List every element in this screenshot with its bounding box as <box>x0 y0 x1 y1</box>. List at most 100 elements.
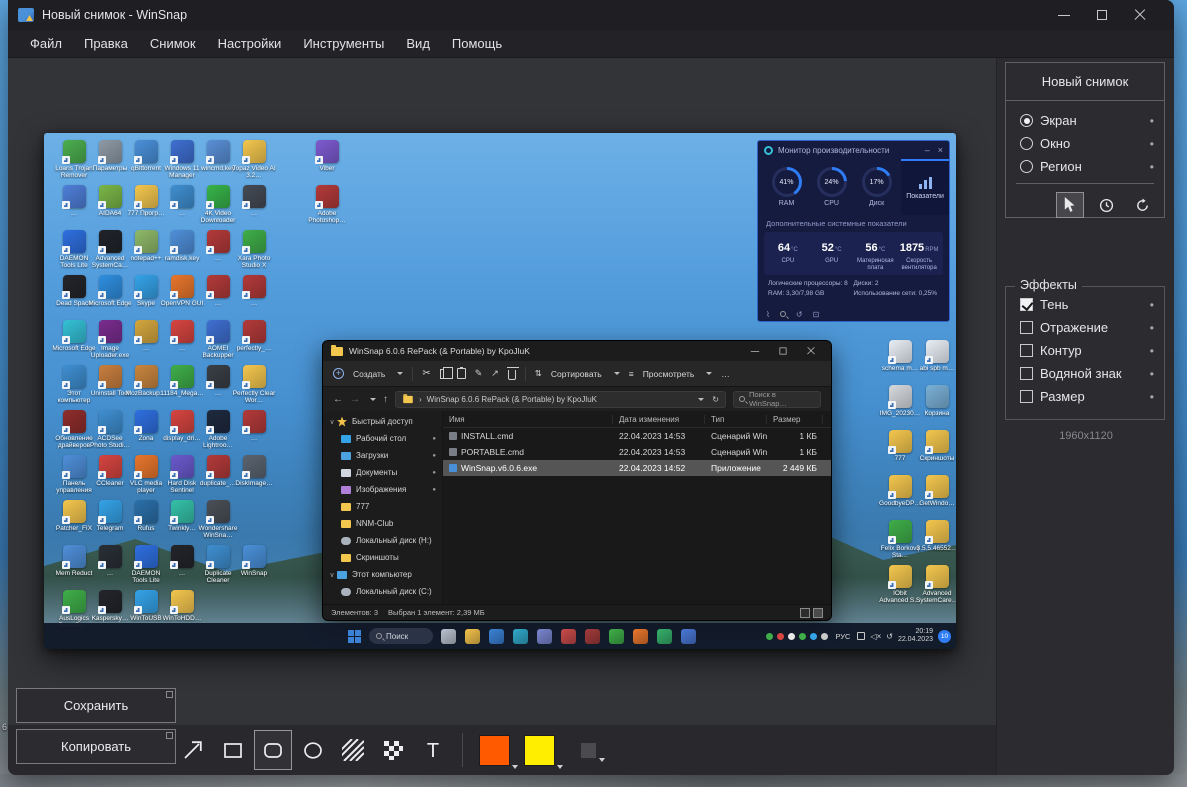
history-chevron-icon[interactable] <box>370 397 376 401</box>
paste-icon[interactable] <box>456 367 466 379</box>
taskbar-app-icon[interactable] <box>633 628 648 644</box>
timer-icon[interactable] <box>1092 192 1120 218</box>
refresh-icon[interactable]: ↻ <box>712 395 719 404</box>
sidebar-item[interactable]: Скриншоты <box>323 549 442 566</box>
breadcrumb-path[interactable]: WinSnap 6.0.6 RePack (& Portable) by Kpo… <box>427 395 597 404</box>
tool-pixelate[interactable] <box>374 730 412 770</box>
column-header[interactable]: Тип <box>705 414 767 424</box>
cursor-icon[interactable] <box>1056 192 1084 218</box>
desktop-icon[interactable]: Viber <box>305 140 349 172</box>
option-menu-dot[interactable]: • <box>1150 298 1154 312</box>
menu-item-Снимок[interactable]: Снимок <box>140 32 206 55</box>
chevron-down-icon[interactable] <box>599 757 605 762</box>
taskbar-app-icon[interactable] <box>657 628 672 644</box>
chevron-down-icon[interactable] <box>512 764 518 769</box>
rename-icon[interactable]: ✎ <box>475 368 483 379</box>
sidebar-item[interactable]: NNM-Club <box>323 515 442 532</box>
title-bar[interactable]: Новый снимок - WinSnap <box>8 0 1174 30</box>
mic-icon[interactable]: ⌇ <box>766 310 770 319</box>
new-button[interactable]: Создать <box>353 369 385 379</box>
more-button[interactable]: … <box>721 369 730 379</box>
close-icon[interactable] <box>1134 9 1146 21</box>
capture-option[interactable]: Регион • <box>1006 155 1164 178</box>
repeat-icon[interactable] <box>1128 192 1156 218</box>
option-menu-dot[interactable]: • <box>1150 321 1154 335</box>
explorer-window[interactable]: WinSnap 6.0.6 RePack (& Portable) by Kpo… <box>322 340 832 621</box>
effect-option[interactable]: Отражение • <box>1006 316 1164 339</box>
captured-screenshot[interactable]: Loaris Trojan Remover Параметры qBittorren… <box>44 133 956 649</box>
column-header[interactable]: Имя <box>443 414 613 424</box>
detach-icon[interactable] <box>166 732 173 739</box>
tray-icon[interactable] <box>766 632 774 640</box>
update-badge-icon[interactable]: 10 <box>938 629 951 643</box>
performance-monitor-widget[interactable]: Монитор производительности – × 41% RAM 24%… <box>757 140 950 322</box>
desktop-icon[interactable]: Perfectly Clear Wor… <box>232 365 276 404</box>
taskbar-app-icon[interactable] <box>561 628 576 644</box>
desktop-icon[interactable]: Xara Photo Studio X <box>232 230 276 269</box>
desktop-icon[interactable]: WinToHDD… <box>160 590 204 622</box>
desktop-icon[interactable]: 3.5.5.46552… <box>915 520 956 552</box>
sidebar-item[interactable]: Локальный диск (H:) <box>323 532 442 549</box>
taskbar-app-icon[interactable] <box>465 628 480 644</box>
sidebar-item[interactable]: Изображения ● <box>323 481 442 498</box>
sync-icon[interactable]: ↺ <box>886 632 893 641</box>
desktop-icon[interactable]: Advanced SystemCare… <box>915 565 956 604</box>
option-menu-dot[interactable]: • <box>1150 114 1154 128</box>
share-icon[interactable]: ↗ <box>491 368 499 379</box>
file-row[interactable]: INSTALL.cmd 22.04.2023 14:53 Сценарий Wind… <box>443 428 831 444</box>
desktop-icon[interactable]: WinSnap <box>232 545 276 577</box>
copy-icon[interactable] <box>439 366 453 379</box>
column-header[interactable]: Дата изменения <box>613 414 705 424</box>
desktop-icon[interactable]: abi spb m… <box>915 340 956 372</box>
minimize-icon[interactable] <box>1058 9 1070 21</box>
new-icon[interactable]: + <box>333 368 344 379</box>
tool-ellipse[interactable] <box>294 730 332 770</box>
line-width-swatch[interactable] <box>581 742 605 762</box>
details-view-icon[interactable] <box>813 607 823 618</box>
taskbar-app-icon[interactable] <box>585 628 600 644</box>
volume-icon[interactable]: ◁× <box>870 632 881 641</box>
tool-text[interactable]: T <box>414 730 452 770</box>
desktop-icon[interactable]: … <box>232 410 276 442</box>
menu-item-Вид[interactable]: Вид <box>396 32 440 55</box>
desktop-icon[interactable]: perfectly_… <box>232 320 276 352</box>
tool-hatch[interactable] <box>334 730 372 770</box>
delete-icon[interactable] <box>506 366 519 380</box>
search-icon[interactable] <box>779 310 786 319</box>
tray-icon[interactable] <box>777 632 785 640</box>
perfmon-tab-indicators[interactable]: Показатели <box>901 159 949 215</box>
effect-option[interactable]: Контур • <box>1006 339 1164 362</box>
desktop-icon[interactable]: Корзина <box>915 385 956 417</box>
sidebar-item[interactable]: Рабочий стол ● <box>323 430 442 447</box>
taskbar-clock[interactable]: 20:19 22.04.2023 <box>898 628 933 644</box>
sidebar-item[interactable]: 777 <box>323 498 442 515</box>
explorer-maximize-icon[interactable] <box>779 347 787 355</box>
taskbar-app-icon[interactable] <box>537 628 552 644</box>
capture-group-title[interactable]: Новый снимок <box>1006 63 1164 101</box>
menu-item-Помощь[interactable]: Помощь <box>442 32 512 55</box>
desktop-icon[interactable]: Wondershare WinSna… <box>196 500 240 539</box>
copy-button[interactable]: Копировать <box>16 729 176 764</box>
menu-item-Правка[interactable]: Правка <box>74 32 138 55</box>
sidebar-item[interactable]: Документы ● <box>323 464 442 481</box>
option-menu-dot[interactable]: • <box>1150 367 1154 381</box>
cut-icon[interactable]: ✂ <box>422 368 430 379</box>
taskbar-search[interactable]: Поиск <box>369 628 433 644</box>
notification-icon[interactable] <box>857 632 866 640</box>
tray-icon[interactable] <box>821 632 829 640</box>
effect-option[interactable]: Водяной знак • <box>1006 362 1164 385</box>
breadcrumb[interactable]: › WinSnap 6.0.6 RePack (& Portable) by K… <box>395 390 726 408</box>
desktop-icon[interactable]: GetWindo… <box>915 475 956 507</box>
desktop-icon[interactable]: DiskImage… <box>232 455 276 487</box>
taskbar-app-icon[interactable] <box>441 628 456 644</box>
up-icon[interactable]: ↑ <box>383 394 388 405</box>
taskbar-app-icon[interactable] <box>681 628 696 644</box>
tool-arrow[interactable] <box>174 730 212 770</box>
address-dropdown-icon[interactable] <box>698 397 705 401</box>
file-row[interactable]: PORTABLE.cmd 22.04.2023 14:53 Сценарий Win… <box>443 444 831 460</box>
menu-item-Инструменты[interactable]: Инструменты <box>293 32 394 55</box>
sort-button[interactable]: Сортировать <box>551 369 602 379</box>
capture-option[interactable]: Окно • <box>1006 132 1164 155</box>
search-box[interactable]: Поиск в WinSnap… <box>733 390 821 408</box>
column-headers[interactable]: Имя Дата изменения Тип Размер <box>443 411 831 428</box>
